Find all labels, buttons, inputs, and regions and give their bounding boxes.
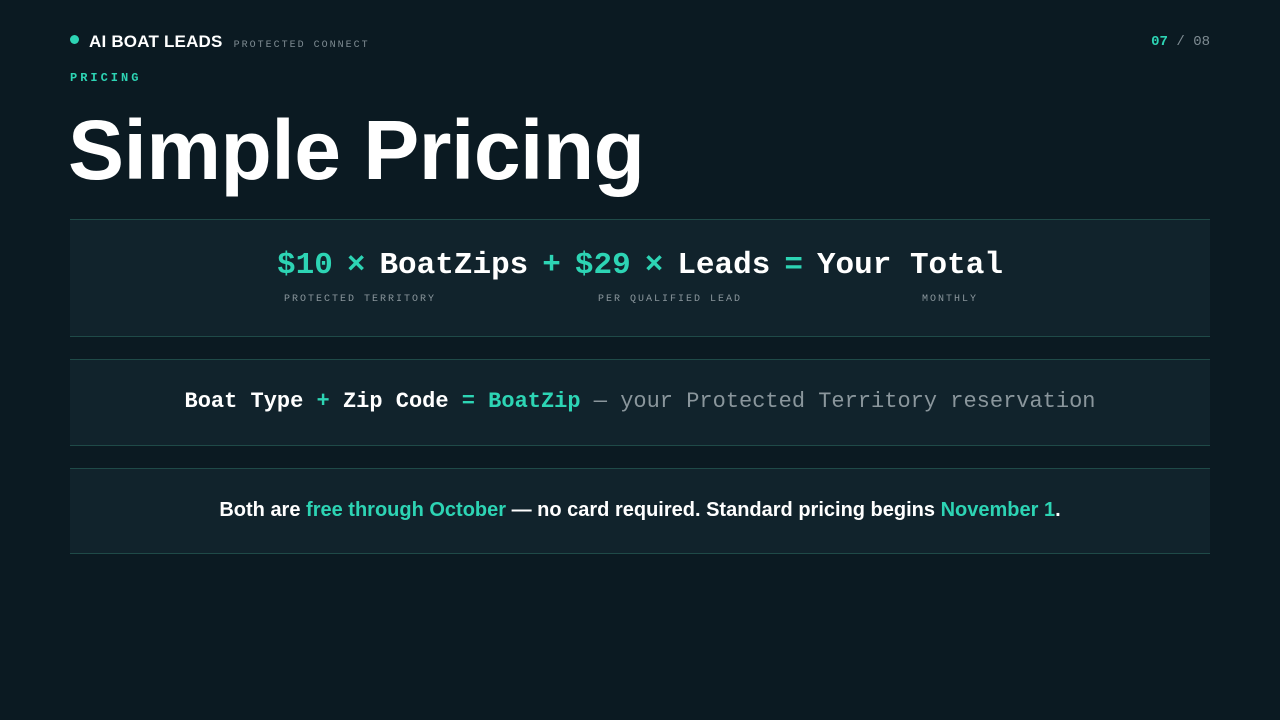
free-trial-note: Both are free through October — no card … (70, 499, 1210, 522)
slide-total: 08 (1193, 34, 1210, 50)
plus-sign: + (542, 248, 561, 283)
leads-unit: Leads (677, 248, 771, 283)
definition-plus: + (316, 389, 330, 414)
pricing-formula-panel: $10 × BoatZips + $29 × Leads = Your Total PROTEC… (70, 219, 1210, 337)
page-title: Simple Pricing (68, 103, 645, 197)
multiply-sign: × (644, 248, 664, 283)
top-bar: AI BOAT LEADS PROTECTED CONNECT 07 / 08 (70, 30, 1210, 54)
brand: AI BOAT LEADS PROTECTED CONNECT (70, 32, 370, 52)
definition-explanation: — your Protected Territory reservation (593, 389, 1096, 414)
pricing-formula: $10 × BoatZips + $29 × Leads = Your Total (70, 248, 1210, 283)
caption-monthly: MONTHLY (921, 294, 979, 305)
definition-term: BoatZip (488, 389, 581, 414)
definition-zip-code: Zip Code (342, 389, 449, 414)
note-lead: Both are (219, 499, 301, 521)
brand-dot-icon (70, 35, 79, 44)
free-trial-note-panel: Both are free through October — no card … (70, 468, 1210, 554)
slide-separator: / (1176, 34, 1185, 50)
brand-tagline: PROTECTED CONNECT (233, 40, 370, 51)
note-middle: — no card required. Standard pricing beg… (511, 499, 936, 521)
multiply-sign: × (346, 248, 366, 283)
note-start-date: November 1 (940, 499, 1056, 521)
note-end: . (1055, 499, 1061, 521)
boatzips-unit: BoatZips (379, 248, 529, 283)
caption-per-qualified-lead: PER QUALIFIED LEAD (597, 294, 743, 305)
caption-protected-territory: PROTECTED TERRITORY (283, 294, 437, 305)
equals-sign: = (784, 248, 803, 283)
slide-current: 07 (1151, 34, 1168, 50)
boatzip-definition: Boat Type + Zip Code = BoatZip — your Pr… (70, 389, 1210, 414)
boatzip-price: $10 (277, 248, 333, 283)
boatzip-definition-panel: Boat Type + Zip Code = BoatZip — your Pr… (70, 359, 1210, 446)
lead-price: $29 (574, 248, 631, 283)
section-eyebrow: PRICING (70, 71, 142, 85)
definition-boat-type: Boat Type (184, 389, 304, 414)
definition-equals: = (461, 389, 475, 414)
formula-result: Your Total (816, 248, 1003, 283)
slide-counter: 07 / 08 (1151, 34, 1210, 50)
brand-name: AI BOAT LEADS (89, 32, 223, 51)
note-free-period: free through October (306, 499, 507, 521)
